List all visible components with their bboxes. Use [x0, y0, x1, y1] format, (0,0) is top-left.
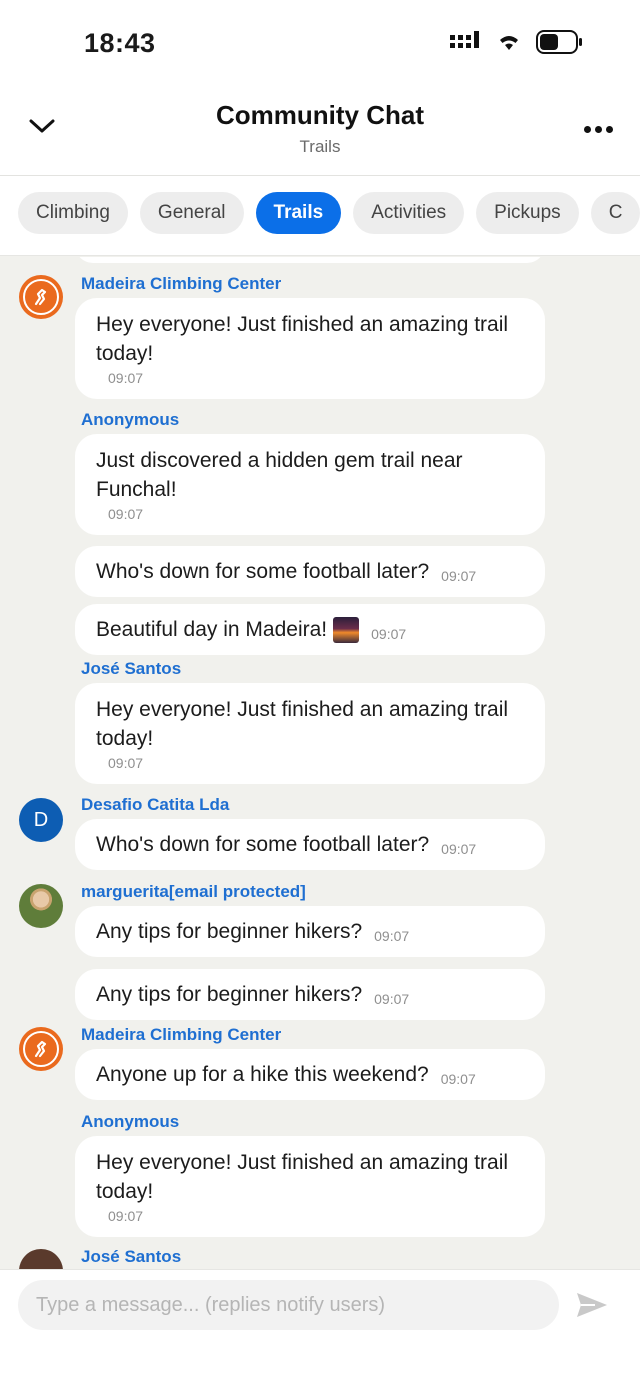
message-text: Any tips for beginner hikers? [96, 983, 363, 1006]
message-list[interactable]: Madeira Climbing Center Hey everyone! Ju… [0, 257, 640, 1269]
sender-name[interactable]: Madeira Climbing Center [81, 274, 281, 294]
channel-tabs: Climbing General Trails Activities Picku… [0, 176, 640, 256]
more-icon [583, 125, 591, 133]
message-time: 09:07 [108, 1208, 144, 1224]
message-time: 09:07 [440, 1070, 476, 1087]
message-time: 09:07 [441, 840, 477, 857]
tab-general[interactable]: General [139, 192, 244, 234]
avatar[interactable] [19, 275, 63, 319]
message-time: 09:07 [371, 625, 407, 642]
message-text: Anyone up for a hike this weekend? [96, 1063, 429, 1086]
status-bar: 18:43 [0, 0, 640, 86]
tab-climbing[interactable]: Climbing [18, 192, 128, 234]
sender-name[interactable]: marguerita[email protected] [81, 882, 306, 902]
message-time: 09:07 [374, 990, 410, 1007]
lizard-logo-icon [34, 1040, 47, 1058]
sender-name[interactable]: Anonymous [81, 410, 179, 430]
message-bubble[interactable]: Beautiful day in Madeira! 09:07 [75, 604, 545, 655]
battery-icon [536, 30, 582, 54]
message-time: 09:07 [374, 927, 410, 944]
sender-name[interactable]: José Santos [81, 1247, 181, 1267]
sender-name[interactable]: José Santos [81, 659, 181, 679]
message-bubble-cutoff [75, 257, 545, 263]
sender-name[interactable]: Anonymous [81, 1112, 179, 1132]
message-bubble[interactable]: Just discovered a hidden gem trail near … [75, 434, 545, 535]
message-bubble[interactable]: Hey everyone! Just finished an amazing t… [75, 683, 545, 784]
message-text: Just discovered a hidden gem trail near … [96, 449, 463, 501]
signal-icon [450, 31, 479, 48]
sunset-emoji [333, 616, 360, 643]
message-bubble[interactable]: Who's down for some football later? 09:0… [75, 546, 545, 597]
message-time: 09:07 [108, 506, 144, 522]
message-bubble[interactable]: Hey everyone! Just finished an amazing t… [75, 1136, 545, 1237]
message-text: Any tips for beginner hikers? [96, 920, 363, 943]
page-title: Community Chat [216, 100, 424, 130]
tab-pickups[interactable]: Pickups [476, 192, 579, 234]
sender-name[interactable]: Madeira Climbing Center [81, 1025, 281, 1045]
chat-header: Community Chat Trails [0, 86, 640, 176]
message-bubble[interactable]: Any tips for beginner hikers? 09:07 [75, 969, 545, 1020]
message-bubble[interactable]: Hey everyone! Just finished an amazing t… [75, 298, 545, 399]
message-input[interactable] [18, 1280, 559, 1330]
message-text: Beautiful day in Madeira! [96, 618, 328, 641]
message-bubble[interactable]: Any tips for beginner hikers? 09:07 [75, 906, 545, 957]
avatar[interactable]: D [19, 798, 63, 842]
message-bubble[interactable]: Anyone up for a hike this weekend? 09:07 [75, 1049, 545, 1100]
message-text: Hey everyone! Just finished an amazing t… [96, 698, 509, 750]
message-text: Who's down for some football later? [96, 833, 430, 856]
avatar[interactable] [19, 884, 63, 928]
message-text: Hey everyone! Just finished an amazing t… [96, 313, 509, 365]
more-icon-dot [594, 125, 602, 133]
status-icons [450, 30, 584, 54]
tab-overflow[interactable]: C [590, 192, 640, 234]
avatar[interactable] [19, 1027, 63, 1071]
message-text: Who's down for some football later? [96, 560, 430, 583]
more-icon-dot [605, 125, 613, 133]
message-time: 09:07 [441, 567, 477, 584]
status-time: 18:43 [84, 28, 156, 58]
message-bubble[interactable]: Who's down for some football later? 09:0… [75, 819, 545, 870]
page-subtitle: Trails [299, 137, 341, 156]
message-text: Hey everyone! Just finished an amazing t… [96, 1151, 509, 1203]
wifi-icon [500, 36, 518, 50]
tab-trails[interactable]: Trails [255, 192, 342, 234]
message-time: 09:07 [108, 370, 144, 386]
more-options-button[interactable] [580, 114, 616, 144]
tab-activities[interactable]: Activities [353, 192, 465, 234]
sender-name[interactable]: Desafio Catita Lda [81, 795, 229, 815]
composer-bar [0, 1269, 640, 1388]
avatar[interactable] [19, 1249, 63, 1269]
send-icon [577, 1293, 607, 1317]
message-time: 09:07 [108, 755, 144, 771]
send-button[interactable] [574, 1288, 610, 1322]
lizard-logo-icon [34, 288, 47, 306]
